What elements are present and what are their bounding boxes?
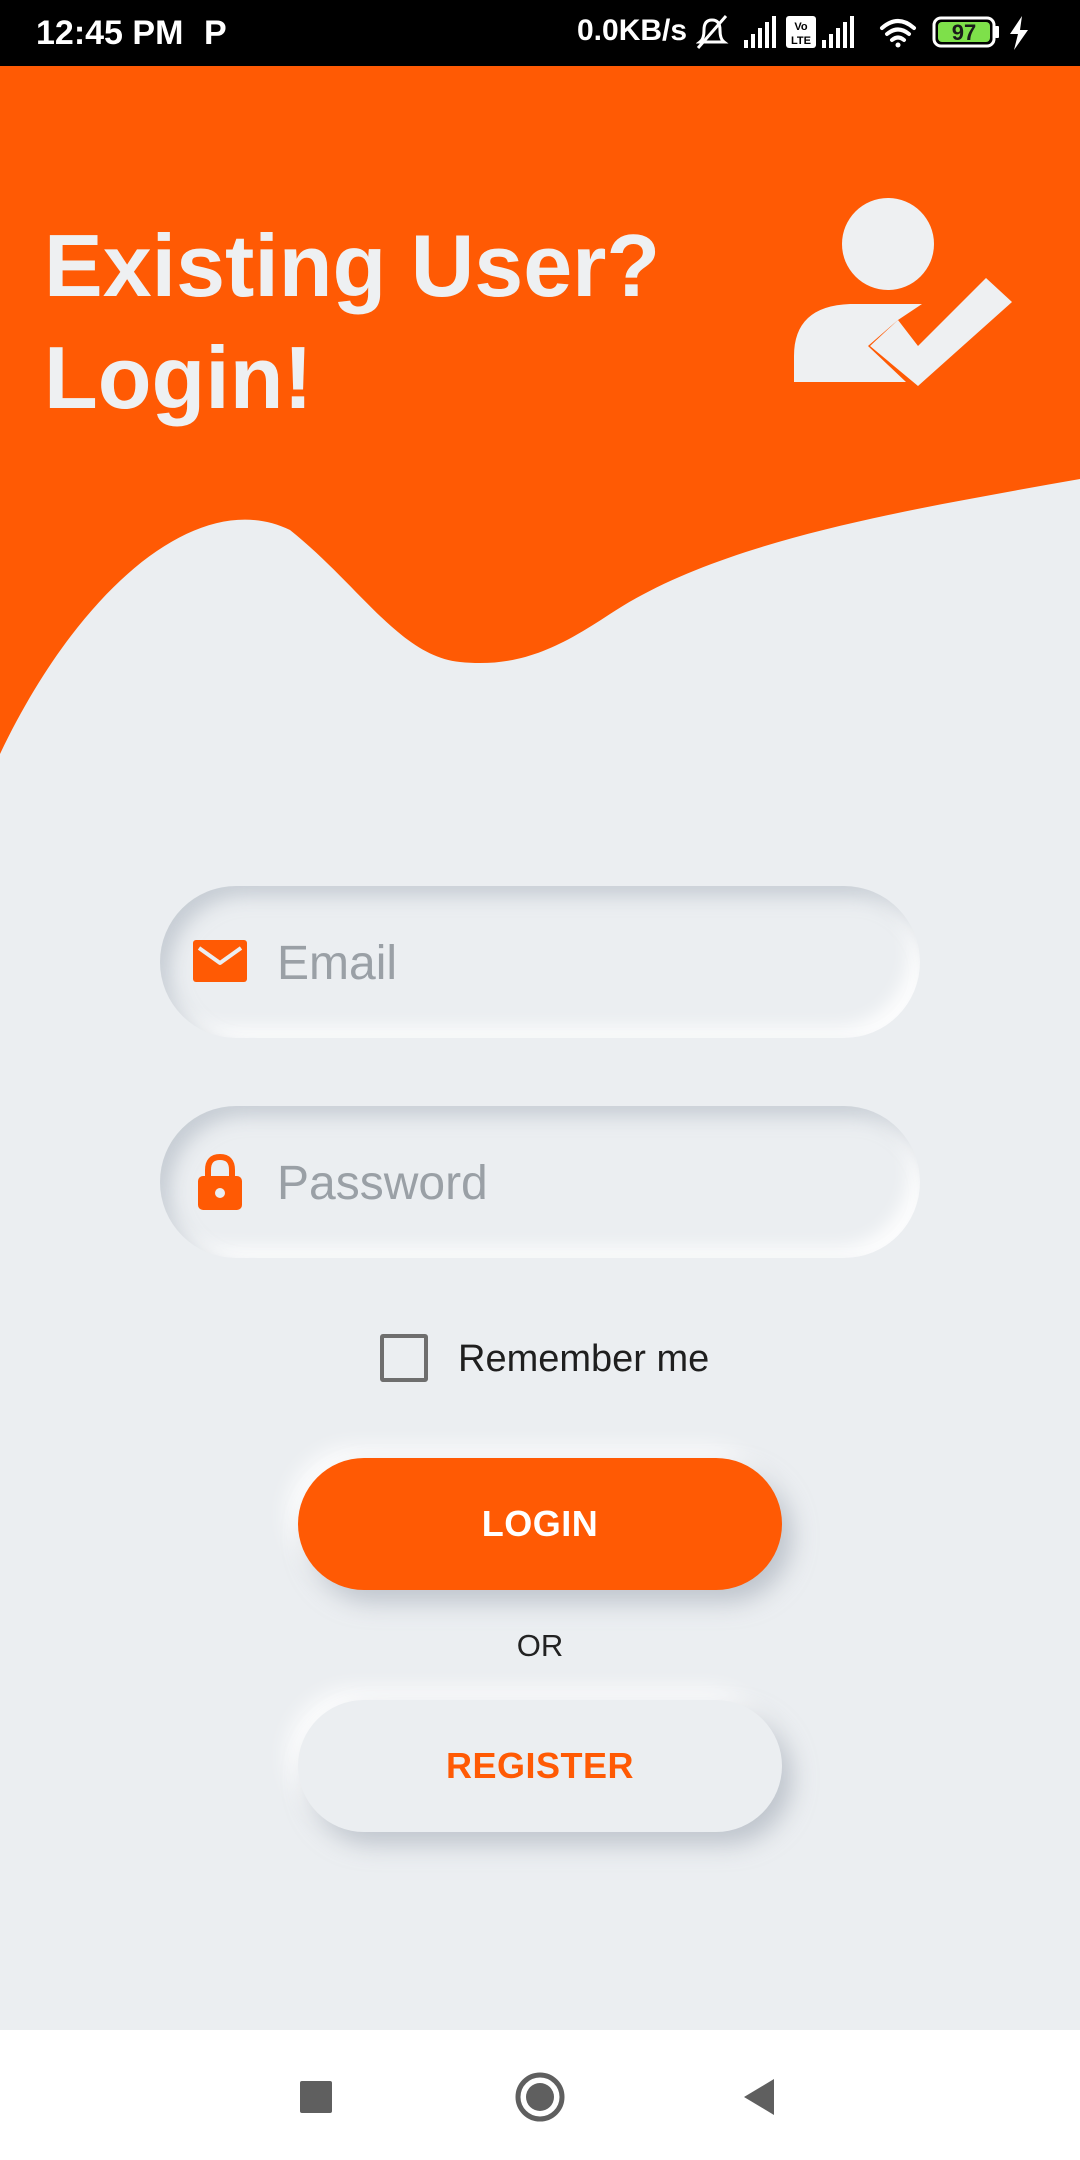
remember-label: Remember me [458,1338,710,1380]
status-time: 12:45 PM [36,14,184,52]
volte-icon: Vo LTE [786,16,816,48]
email-placeholder: Email [277,937,398,990]
notification-icon: P [204,14,227,52]
remember-checkbox[interactable] [380,1334,428,1382]
or-divider: OR [516,1628,564,1663]
home-icon[interactable] [508,2065,572,2129]
nav-bar [0,2030,1080,2160]
svg-text:Vo: Vo [794,21,808,33]
lock-icon [198,1153,242,1210]
recents-icon[interactable] [284,2065,348,2129]
charging-icon [1010,16,1028,50]
password-placeholder: Password [277,1157,488,1210]
svg-text:LTE: LTE [791,35,811,47]
wifi-icon [880,19,916,48]
email-field[interactable]: Email [160,886,920,1038]
user-check-icon [794,198,1012,386]
net-speed: 0.0KB/s [577,14,688,47]
register-button[interactable]: REGISTER [298,1700,782,1832]
header: Existing User? Login! [0,66,1080,766]
status-bar: 12:45 PM P 0.0KB/s Vo LTE 97 [0,0,1080,66]
battery-level: 97 [952,20,976,45]
page-title-line1: Existing User? [44,216,661,315]
signal-icon [744,16,776,48]
battery-icon: 97 [932,16,999,48]
mail-icon [193,940,247,982]
password-field[interactable]: Password [160,1106,920,1258]
status-icons: Vo LTE 97 [696,15,1028,50]
remember-me[interactable]: Remember me [380,1334,720,1384]
mute-icon [696,15,729,49]
back-icon[interactable] [728,2065,792,2129]
page-title-line2: Login! [44,328,313,427]
login-button[interactable]: LOGIN [298,1458,782,1590]
signal-icon [822,16,854,48]
